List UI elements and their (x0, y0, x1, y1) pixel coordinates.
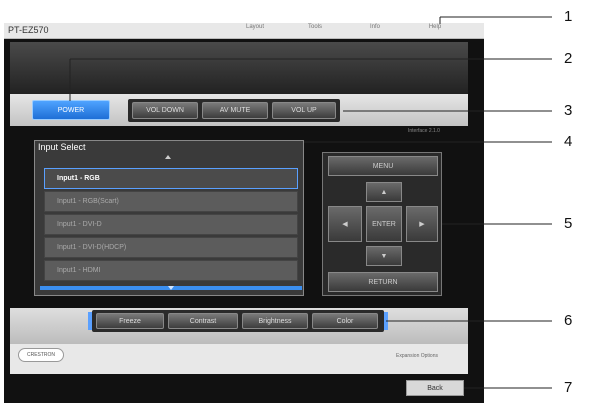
callout-6: 6 (564, 312, 573, 329)
callout-3: 3 (564, 102, 573, 119)
callout-lines (69, 16, 552, 389)
callout-2: 2 (564, 50, 573, 67)
callout-1: 1 (564, 8, 573, 25)
callout-7: 7 (564, 379, 573, 396)
callout-4: 4 (564, 133, 573, 150)
callout-5: 5 (564, 215, 573, 232)
